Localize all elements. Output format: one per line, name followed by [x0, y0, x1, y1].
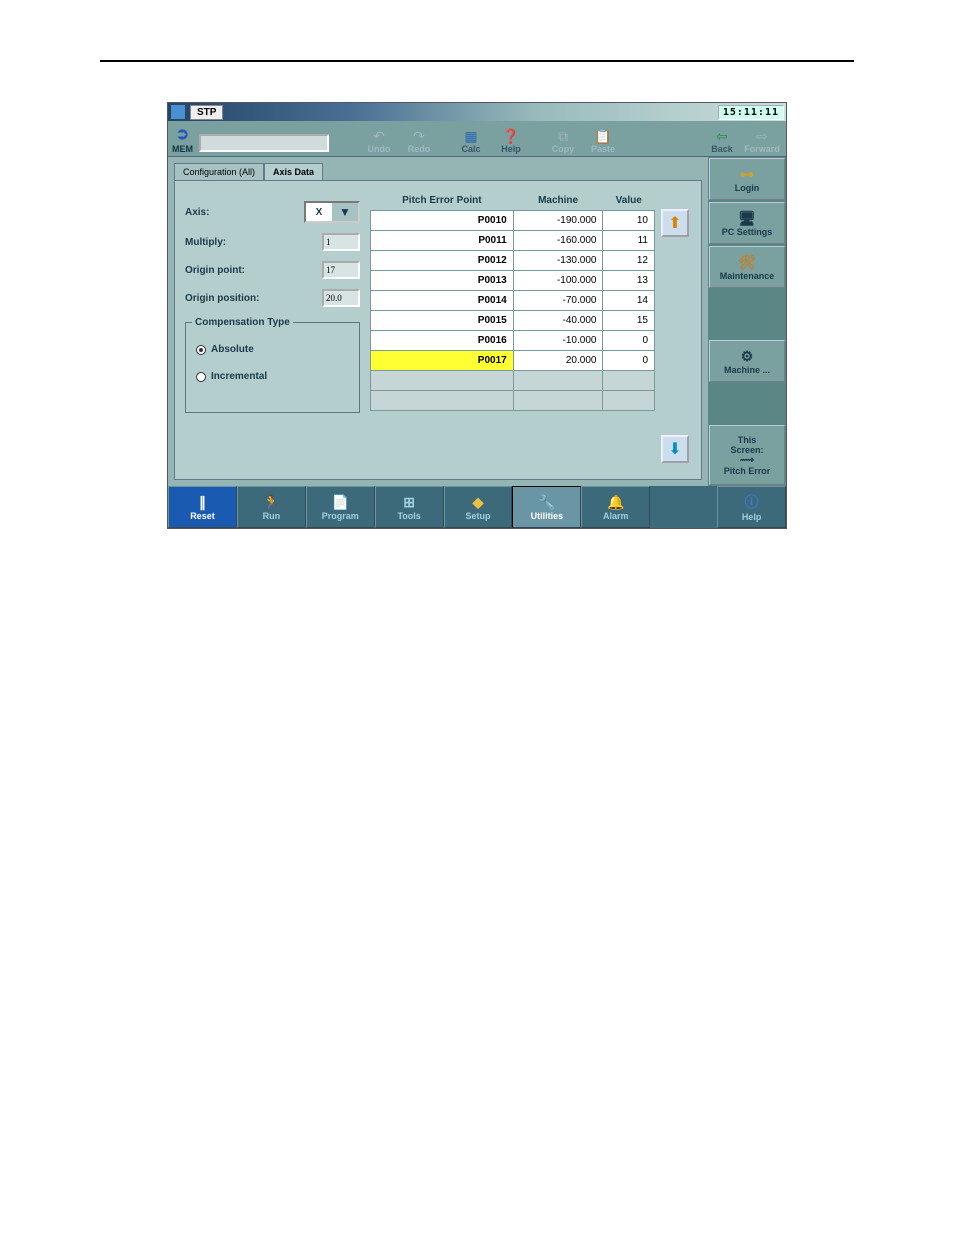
wrench-icon: 🛠 — [738, 254, 756, 271]
setup-button[interactable]: ◆Setup — [444, 486, 513, 528]
origin-position-input[interactable] — [322, 289, 360, 307]
undo-button[interactable]: ↶Undo — [359, 128, 399, 154]
radio-absolute[interactable]: Absolute — [196, 344, 353, 355]
table-row — [371, 391, 655, 411]
reset-icon: ∥ — [199, 494, 206, 511]
alarm-button[interactable]: 🔔Alarm — [581, 486, 650, 528]
origin-point-input[interactable] — [322, 261, 360, 279]
app-logo-icon — [171, 105, 185, 119]
forward-button[interactable]: ⇨Forward — [742, 128, 782, 154]
paste-button[interactable]: 📋Paste — [583, 128, 623, 154]
titlebar: STP 15:11:11 — [168, 103, 786, 121]
pc-settings-button[interactable]: 🖥PC Settings — [709, 202, 785, 244]
program-button[interactable]: 📄Program — [306, 486, 375, 528]
monitor-icon: 🖥 — [738, 210, 756, 227]
copy-button[interactable]: ⧉Copy — [543, 128, 583, 154]
app-window: STP 15:11:11 ➲ MEM ↶Undo ↷Redo ▦Calc ❓He… — [167, 102, 787, 529]
col-value: Value — [603, 191, 655, 211]
toolbar: ➲ MEM ↶Undo ↷Redo ▦Calc ❓Help ⧉Copy 📋Pas… — [168, 121, 786, 157]
redo-icon: ↷ — [413, 128, 425, 144]
bottom-bar: ∥Reset 🏃Run 📄Program ⊞Tools ◆Setup 🔧Util… — [168, 486, 786, 528]
mode-badge: STP — [190, 105, 223, 120]
back-icon: ⇦ — [716, 128, 728, 144]
chevron-down-icon: ▼ — [332, 203, 358, 221]
table-row[interactable]: P001720.0000 — [371, 351, 655, 371]
compensation-type-group: Compensation Type Absolute Incremental — [185, 317, 360, 413]
table-row[interactable]: P0016-10.0000 — [371, 331, 655, 351]
table-row — [371, 371, 655, 391]
sidebar: ⊶Login 🖥PC Settings 🛠Maintenance ⚙Machin… — [708, 157, 786, 486]
tab-axis-data[interactable]: Axis Data — [264, 163, 323, 180]
table-row[interactable]: P0010-190.00010 — [371, 211, 655, 231]
help-icon: ❓ — [502, 128, 519, 144]
mem-icon: ➲ — [176, 124, 189, 144]
table-row[interactable]: P0012-130.00012 — [371, 251, 655, 271]
alarm-icon: 🔔 — [607, 494, 624, 511]
radio-incremental[interactable]: Incremental — [196, 371, 353, 382]
pitch-icon: ⟿ — [740, 455, 754, 466]
run-icon: 🏃 — [263, 494, 280, 511]
mem-button[interactable]: ➲ MEM — [172, 124, 193, 154]
copy-icon: ⧉ — [558, 128, 568, 144]
forward-icon: ⇨ — [756, 128, 768, 144]
tabstrip: Configuration (All) Axis Data — [174, 163, 702, 180]
this-screen-info: This Screen: ⟿ Pitch Error — [709, 425, 785, 485]
table-row[interactable]: P0014-70.00014 — [371, 291, 655, 311]
back-button[interactable]: ⇦Back — [702, 128, 742, 154]
calc-button[interactable]: ▦Calc — [451, 128, 491, 154]
help-button[interactable]: ❓Help — [491, 128, 531, 154]
axis-label: Axis: — [185, 207, 298, 218]
col-machine: Machine — [513, 191, 603, 211]
utilities-icon: 🔧 — [538, 494, 555, 511]
login-button[interactable]: ⊶Login — [709, 158, 785, 200]
multiply-input[interactable] — [322, 233, 360, 251]
help-bottom-button[interactable]: ⓘHelp — [717, 486, 786, 528]
pitch-error-table: Pitch Error Point Machine Value P0010-19… — [370, 191, 655, 411]
scroll-up-button[interactable]: ⬆ — [661, 209, 689, 237]
axis-select[interactable]: X ▼ — [304, 201, 360, 223]
run-button[interactable]: 🏃Run — [237, 486, 306, 528]
table-row[interactable]: P0011-160.00011 — [371, 231, 655, 251]
reset-button[interactable]: ∥Reset — [168, 486, 237, 528]
machine-button[interactable]: ⚙Machine ... — [709, 340, 785, 382]
undo-icon: ↶ — [373, 128, 385, 144]
setup-icon: ◆ — [473, 494, 484, 511]
maintenance-button[interactable]: 🛠Maintenance — [709, 246, 785, 288]
program-icon: 📄 — [332, 494, 349, 511]
tools-button[interactable]: ⊞Tools — [375, 486, 444, 528]
clock: 15:11:11 — [718, 105, 784, 120]
table-row[interactable]: P0015-40.00015 — [371, 311, 655, 331]
scroll-down-button[interactable]: ⬇ — [661, 435, 689, 463]
machine-icon: ⚙ — [741, 348, 754, 365]
axis-data-panel: Axis: X ▼ Multiply: Origin point: — [174, 180, 702, 480]
info-icon: ⓘ — [745, 492, 759, 512]
calc-icon: ▦ — [464, 128, 477, 144]
utilities-button[interactable]: 🔧Utilities — [512, 486, 581, 528]
radio-dot-icon — [196, 345, 206, 355]
tools-icon: ⊞ — [403, 494, 415, 511]
multiply-label: Multiply: — [185, 237, 316, 248]
redo-button[interactable]: ↷Redo — [399, 128, 439, 154]
radio-dot-icon — [196, 372, 206, 382]
key-icon: ⊶ — [740, 166, 754, 183]
origin-point-label: Origin point: — [185, 265, 316, 276]
mem-field[interactable] — [199, 134, 329, 152]
paste-icon: 📋 — [594, 128, 611, 144]
table-row[interactable]: P0013-100.00013 — [371, 271, 655, 291]
tab-configuration[interactable]: Configuration (All) — [174, 163, 264, 180]
col-point: Pitch Error Point — [371, 191, 514, 211]
origin-position-label: Origin position: — [185, 293, 316, 304]
